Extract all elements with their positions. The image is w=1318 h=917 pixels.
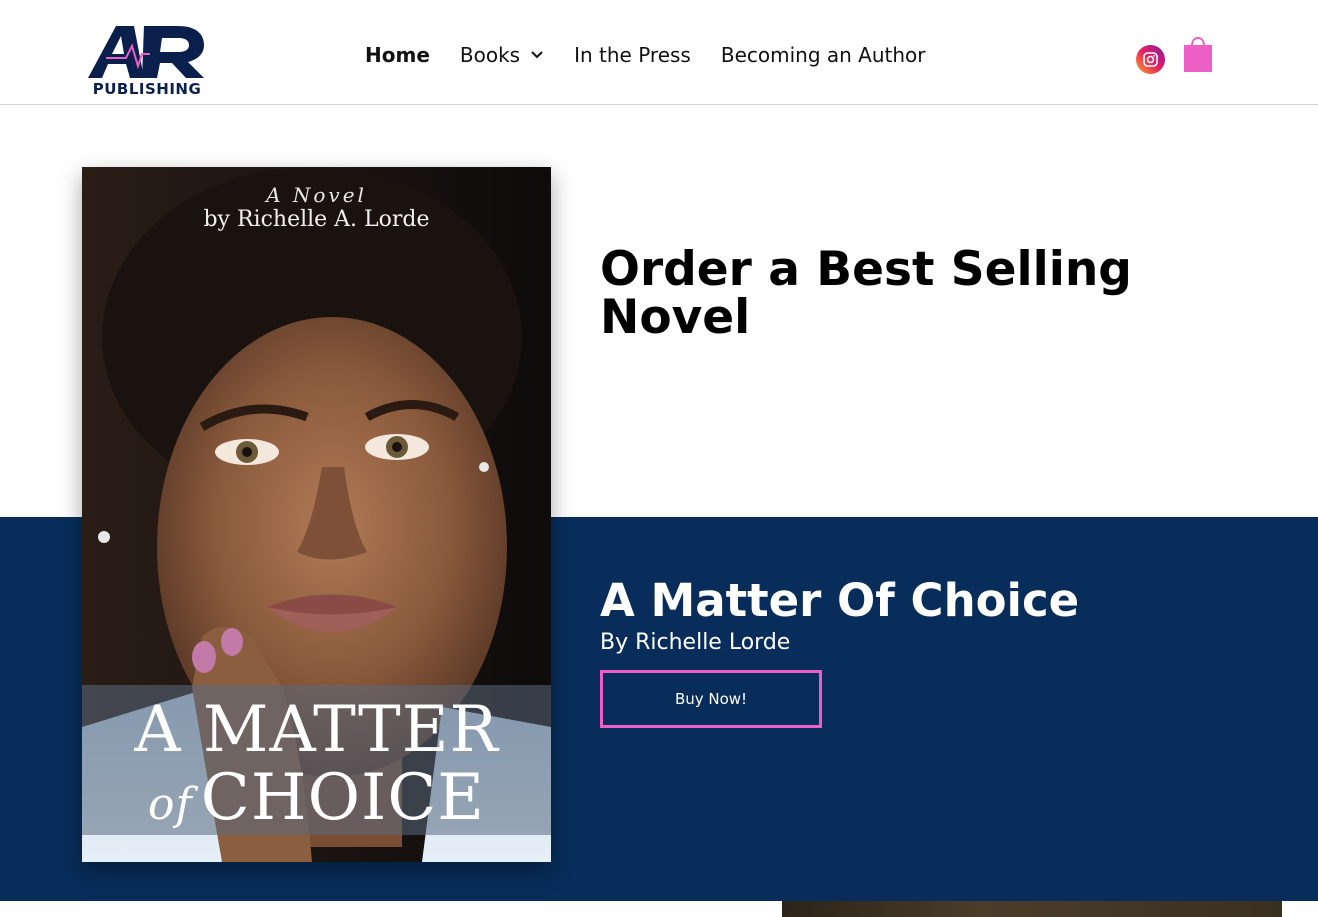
ar-monogram-icon (88, 26, 204, 78)
instagram-glyph-icon (1143, 52, 1158, 67)
nav-in-the-press[interactable]: In the Press (574, 43, 691, 67)
book-title: A Matter Of Choice (600, 574, 1080, 627)
shopping-bag-icon[interactable] (1183, 36, 1213, 74)
book-author: By Richelle Lorde (600, 630, 791, 655)
nav-books[interactable]: Books (460, 43, 544, 67)
nav-becoming-an-author-label: Becoming an Author (720, 43, 926, 67)
nav-becoming-an-author[interactable]: Becoming an Author (721, 43, 926, 67)
ar-publishing-logo[interactable]: PUBLISHING (86, 22, 208, 98)
nav-home-label: Home (365, 43, 430, 67)
cover-title-of: of (148, 779, 193, 830)
nav-books-label: Books (459, 43, 521, 67)
cover-title-line2: CHOICE (200, 761, 485, 835)
nav-home[interactable]: Home (365, 43, 430, 67)
next-section-image (782, 901, 1282, 917)
main-nav: Home Books In the Press Becoming an Auth… (365, 40, 956, 70)
instagram-icon[interactable] (1136, 45, 1165, 74)
cover-title-line2-wrap: of CHOICE (82, 763, 551, 840)
hero-headline: Order a Best Selling Novel (600, 242, 1132, 345)
nav-in-the-press-label: In the Press (574, 43, 691, 67)
logo-wordmark: PUBLISHING (92, 80, 202, 98)
cover-kicker: A Novel (266, 183, 367, 207)
buy-now-label: Buy Now! (674, 690, 748, 708)
site-header: PUBLISHING Home Books In the Press Becom… (0, 0, 1318, 105)
cover-author: by Richelle A. Lorde (203, 207, 430, 232)
book-cover-image[interactable]: A Novel by Richelle A. Lorde A MATTER of… (82, 167, 551, 862)
chevron-down-icon (531, 51, 543, 59)
cover-title-line1: A MATTER (134, 693, 499, 767)
buy-now-button[interactable]: Buy Now! (600, 670, 822, 728)
